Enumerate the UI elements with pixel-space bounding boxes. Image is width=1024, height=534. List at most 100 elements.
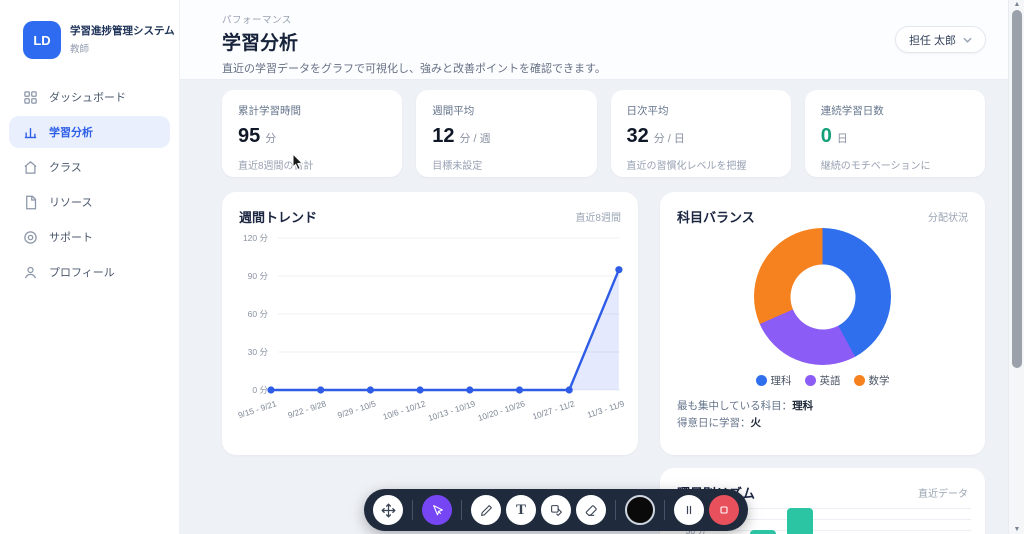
sidebar-item-label: プロフィール [49, 267, 115, 279]
sidebar-item-label: クラス [49, 162, 82, 174]
stat-label: 週間平均 [432, 105, 475, 117]
annotation-toolbar: T [364, 489, 748, 531]
pencil-tool-button[interactable] [471, 495, 501, 525]
legend-label: 英語 [819, 375, 841, 387]
scroll-down-arrow[interactable]: ▼ [1009, 526, 1024, 533]
svg-text:9/22 - 9/28: 9/22 - 9/28 [286, 398, 327, 420]
color-swatch-button[interactable] [625, 495, 655, 525]
pause-icon [686, 505, 692, 515]
stat-label: 累計学習時間 [238, 105, 301, 117]
sidebar-item-class[interactable]: クラス [9, 151, 170, 183]
rhythm-bar [750, 530, 776, 534]
sidebar-item-profile[interactable]: プロフィール [9, 256, 170, 288]
legend-dot [853, 375, 865, 386]
pause-recording-button[interactable] [674, 495, 704, 525]
page-title: 学習分析 [222, 33, 299, 54]
user-name: 担任 太郎 [908, 34, 956, 47]
subject-balance-title: 科目バランス [677, 210, 755, 225]
svg-text:10/13 - 10/19: 10/13 - 10/19 [427, 398, 477, 423]
donut-hole [790, 264, 855, 329]
sidebar-item-resources[interactable]: リソース [9, 186, 170, 218]
sidebar-nav: ダッシュボード 学習分析 クラス リソース サポート プロフィール [0, 81, 179, 288]
donut-legend: 理科 英語 数学 [660, 373, 985, 388]
profile-icon [23, 265, 38, 280]
scrollbar-thumb[interactable] [1012, 10, 1022, 368]
stat-note: 目標未設定 [432, 161, 483, 172]
stat-unit: 分 / 週 [459, 133, 491, 145]
subject-balance-card: 科目バランス 分配状況 理科 英語 数学 最も集中している科目：理科 得意日に学… [660, 192, 985, 455]
legend-item: 英語 [804, 373, 841, 388]
toolbar-divider [664, 500, 665, 520]
eraser-tool-button[interactable] [576, 495, 606, 525]
stat-card-daily-avg: 日次平均 32 分 / 日 直近の習慣化レベルを把握 [610, 90, 791, 177]
sidebar-item-support[interactable]: サポート [9, 221, 170, 253]
stat-unit: 分 [265, 133, 277, 145]
cursor-tool-button[interactable] [422, 495, 452, 525]
stat-note: 直近の習慣化レベルを把握 [626, 161, 747, 172]
app-logo: LD [23, 21, 61, 59]
svg-text:120 分: 120 分 [243, 233, 269, 243]
legend-item: 理科 [755, 373, 792, 388]
stat-card-streak: 連続学習日数 0 日 継続のモチベーションに [804, 90, 985, 177]
sidebar-item-label: サポート [49, 232, 93, 244]
page-description: 直近の学習データをグラフで可視化し、強みと改善ポイントを確認できます。 [222, 63, 606, 75]
stat-label: 連続学習日数 [820, 105, 884, 117]
rhythm-bar [787, 508, 813, 534]
shapes-tool-button[interactable] [541, 495, 571, 525]
stat-card-total: 累計学習時間 95 分 直近8週間の合計 [222, 90, 403, 177]
svg-text:0 分: 0 分 [252, 385, 268, 395]
text-tool-button[interactable]: T [506, 495, 536, 525]
subject-balance-footer: 最も集中している科目：理科 得意日に学習：火 [677, 398, 813, 433]
toolbar-divider [461, 500, 462, 520]
app-subtitle: 教師 [70, 43, 90, 55]
svg-text:10/6 - 10/12: 10/6 - 10/12 [381, 398, 427, 421]
breadcrumb: パフォーマンス [222, 15, 292, 26]
document-icon [23, 195, 38, 210]
app-title: 学習進捗管理システム [70, 25, 175, 38]
stat-label: 日次平均 [626, 105, 669, 117]
sidebar-item-label: ダッシュボード [49, 92, 126, 104]
user-menu-button[interactable]: 担任 太郎 [894, 26, 986, 53]
weekly-trend-card: 週間トレンド 直近8週間 0 分 30 分 60 分 90 分 120 分 9/15 - … [222, 192, 638, 455]
scroll-up-arrow[interactable]: ▲ [1009, 1, 1024, 8]
legend-item: 数学 [853, 373, 890, 388]
weekly-trend-svg: 0 分 30 分 60 分 90 分 120 分 9/15 - 9/21 9/22 - 9/… [237, 233, 626, 423]
vertical-scrollbar[interactable]: ▲ ▼ [1008, 0, 1024, 534]
legend-label: 数学 [868, 375, 890, 387]
shapes-icon [550, 504, 562, 516]
footer-label: 最も集中している科目： [677, 400, 793, 412]
move-icon [381, 503, 395, 517]
stat-value: 12 [432, 125, 455, 147]
sidebar-item-dashboard[interactable]: ダッシュボード [9, 81, 170, 113]
sidebar-item-label: リソース [49, 197, 93, 209]
toolbar-divider [615, 500, 616, 520]
stat-value: 0 [820, 125, 832, 147]
brand: LD 学習進捗管理システム 教師 [0, 0, 179, 59]
stat-unit: 分 / 日 [653, 133, 685, 145]
analytics-icon [23, 125, 38, 140]
cursor-icon [432, 504, 443, 515]
weekly-trend-badge: 直近8週間 [575, 213, 621, 224]
stat-note: 直近8週間の合計 [238, 161, 314, 172]
stat-note: 継続のモチベーションに [820, 161, 931, 172]
weekly-trend-title: 週間トレンド [239, 210, 318, 225]
svg-text:60 分: 60 分 [248, 309, 269, 319]
svg-text:10/20 - 10/26: 10/20 - 10/26 [477, 398, 527, 423]
pencil-icon [480, 504, 492, 516]
main-content: パフォーマンス 学習分析 直近の学習データをグラフで可視化し、強みと改善ポイント… [180, 0, 1008, 534]
text-tool-icon: T [515, 501, 526, 518]
move-tool-button[interactable] [373, 495, 403, 525]
sidebar-item-analytics[interactable]: 学習分析 [9, 116, 170, 148]
stat-cards-row: 累計学習時間 95 分 直近8週間の合計 週間平均 12 分 / 週 目標未設定… [222, 90, 985, 177]
stat-value: 95 [238, 125, 261, 147]
footer-strong: 理科 [792, 400, 814, 412]
mouse-cursor [292, 153, 304, 171]
svg-text:9/29 - 10/5: 9/29 - 10/5 [336, 398, 377, 420]
subject-donut-chart [754, 228, 891, 365]
sidebar-item-label: 学習分析 [49, 127, 93, 139]
toolbar-divider [412, 500, 413, 520]
stop-icon [720, 506, 728, 514]
eraser-icon [585, 504, 597, 516]
stop-recording-button[interactable] [709, 495, 739, 525]
dashboard-icon [23, 90, 38, 105]
